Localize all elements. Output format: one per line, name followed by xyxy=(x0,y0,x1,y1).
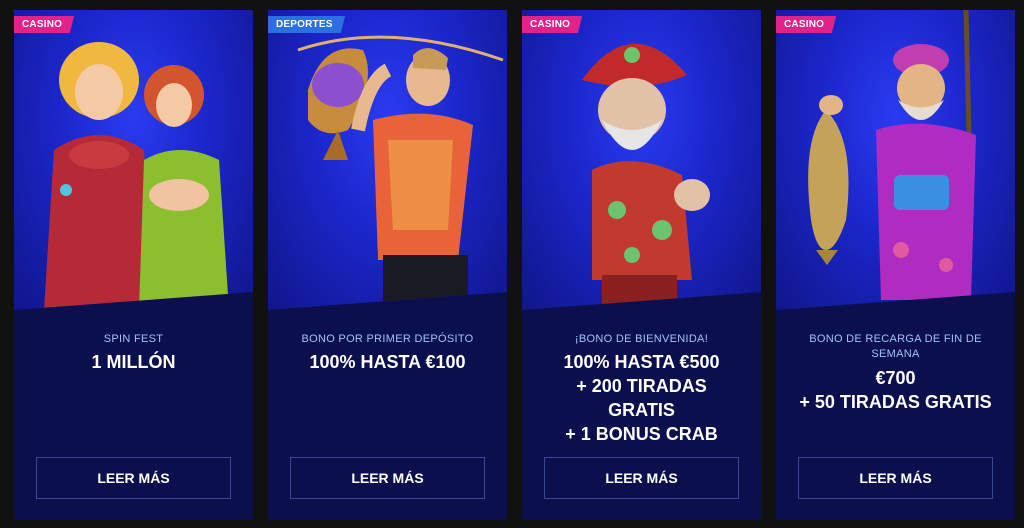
promotions-grid: CASINO SPIN FEST 1 MILLÓN LEER MÁS DEPOR… xyxy=(0,0,1024,528)
read-more-button[interactable]: LEER MÁS xyxy=(798,457,993,499)
promo-card-first-deposit[interactable]: DEPORTES BONO POR PRIMER DEPÓSITO 100% H… xyxy=(268,10,507,520)
read-more-button[interactable]: LEER MÁS xyxy=(544,457,739,499)
promo-card-welcome-bonus[interactable]: CASINO ¡BONO DE BIENVENIDA! 100% HASTA €… xyxy=(522,10,761,520)
promo-card-spin-fest[interactable]: CASINO SPIN FEST 1 MILLÓN LEER MÁS xyxy=(14,10,253,520)
category-badge: CASINO xyxy=(776,16,837,33)
category-badge: CASINO xyxy=(522,16,583,33)
promo-headline: 100% HASTA €100 xyxy=(309,352,466,372)
promo-image xyxy=(268,10,507,310)
read-more-button[interactable]: LEER MÁS xyxy=(290,457,485,499)
promo-image xyxy=(522,10,761,310)
promo-subtitle: SPIN FEST xyxy=(103,333,164,345)
promo-subtitle: BONO DE RECARGA DE FIN DE SEMANA xyxy=(809,333,982,360)
category-badge: DEPORTES xyxy=(268,16,345,33)
promo-headline: €700 + 50 TIRADAS GRATIS xyxy=(799,368,992,412)
promo-subtitle: ¡BONO DE BIENVENIDA! xyxy=(574,333,709,345)
promo-image xyxy=(776,10,1015,310)
promo-headline: 100% HASTA €500 + 200 TIRADAS GRATIS + 1… xyxy=(563,352,720,444)
promo-image xyxy=(14,10,253,310)
category-badge: CASINO xyxy=(14,16,75,33)
promo-card-weekend-reload[interactable]: CASINO BONO DE RECARGA DE FIN DE SEMANA … xyxy=(776,10,1015,520)
promo-headline: 1 MILLÓN xyxy=(91,352,176,372)
read-more-button[interactable]: LEER MÁS xyxy=(36,457,231,499)
promo-subtitle: BONO POR PRIMER DEPÓSITO xyxy=(301,333,474,345)
